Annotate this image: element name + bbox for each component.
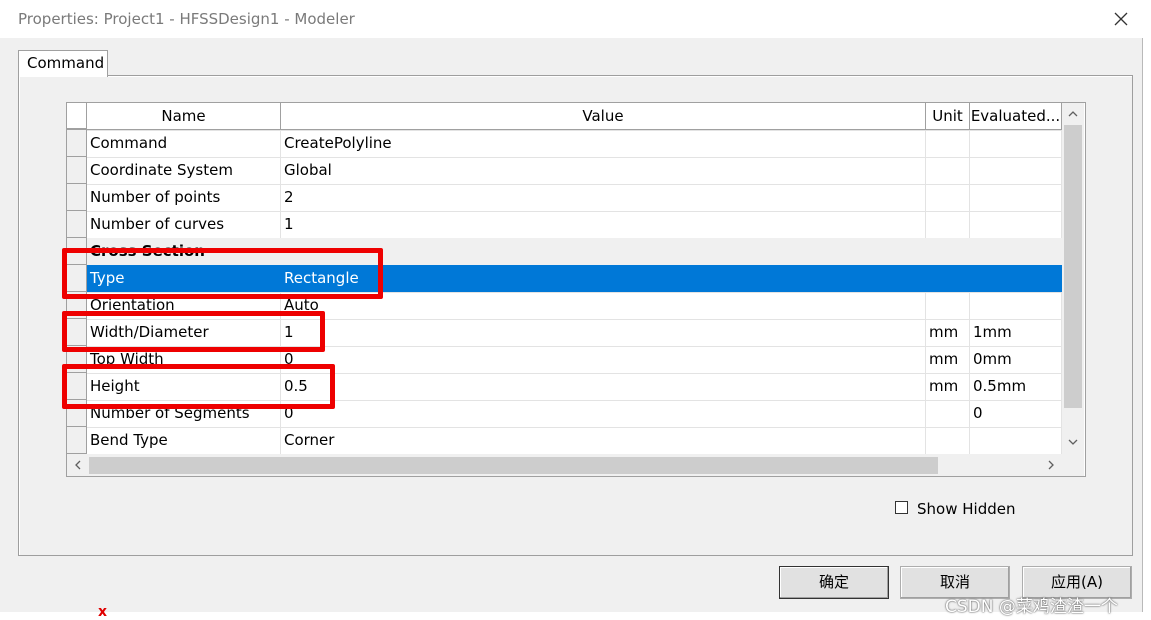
header-gutter — [67, 103, 87, 130]
scrollbar-corner — [1062, 454, 1084, 476]
property-evaluated: 0mm — [970, 346, 1062, 373]
property-unit: mm — [926, 373, 970, 400]
column-header-unit[interactable]: Unit — [926, 103, 970, 130]
property-evaluated — [970, 265, 1062, 292]
property-value[interactable]: CreatePolyline — [281, 130, 926, 157]
property-unit — [926, 211, 970, 238]
annotation-box-height — [62, 364, 335, 409]
property-evaluated — [970, 184, 1062, 211]
row-header[interactable] — [67, 211, 87, 238]
vertical-scrollbar[interactable] — [1062, 103, 1084, 454]
horizontal-scroll-thumb[interactable] — [89, 457, 938, 474]
property-evaluated: 1mm — [970, 319, 1062, 346]
property-value[interactable]: 1 — [281, 211, 926, 238]
property-unit — [926, 184, 970, 211]
table-row[interactable]: Coordinate System Global — [67, 157, 1062, 185]
title-bar: Properties: Project1 - HFSSDesign1 - Mod… — [0, 0, 1151, 38]
property-name: Bend Type — [87, 427, 281, 454]
annotation-box-width — [62, 311, 325, 352]
property-name: Coordinate System — [87, 157, 281, 184]
property-evaluated: 0.5mm — [970, 373, 1062, 400]
show-hidden-checkbox[interactable] — [895, 501, 908, 514]
property-unit — [926, 157, 970, 184]
table-row[interactable]: Bend Type Corner — [67, 427, 1062, 455]
horizontal-scrollbar[interactable] — [67, 454, 1062, 476]
table-row[interactable]: Command CreatePolyline — [67, 130, 1062, 158]
column-header-name[interactable]: Name — [87, 103, 281, 130]
row-header[interactable] — [67, 130, 87, 157]
property-evaluated — [970, 211, 1062, 238]
row-header[interactable] — [67, 184, 87, 211]
ok-button[interactable]: 确定 — [779, 566, 889, 599]
chevron-down-icon[interactable] — [1065, 434, 1081, 450]
property-unit — [926, 265, 970, 292]
property-name: Number of curves — [87, 211, 281, 238]
property-unit — [926, 427, 970, 454]
chevron-right-icon[interactable] — [1043, 457, 1059, 473]
property-unit — [926, 130, 970, 157]
table-row[interactable]: Number of curves 1 — [67, 211, 1062, 239]
property-evaluated — [970, 427, 1062, 454]
property-value[interactable]: 0 — [281, 400, 926, 427]
background-marker: x — [98, 604, 108, 620]
property-value[interactable]: Corner — [281, 427, 926, 454]
row-header[interactable] — [67, 157, 87, 184]
watermark: CSDN @菜鸡渣渣一个 — [945, 597, 1118, 617]
grid-header: Name Value Unit Evaluated... — [67, 103, 1062, 131]
show-hidden-label[interactable]: Show Hidden — [917, 500, 1015, 518]
vertical-scroll-thumb[interactable] — [1064, 125, 1082, 408]
property-evaluated — [970, 157, 1062, 184]
row-header[interactable] — [67, 427, 87, 454]
property-evaluated: 0 — [970, 400, 1062, 427]
property-unit: mm — [926, 346, 970, 373]
property-value[interactable]: Global — [281, 157, 926, 184]
chevron-up-icon[interactable] — [1065, 106, 1081, 122]
property-evaluated — [970, 130, 1062, 157]
window-title: Properties: Project1 - HFSSDesign1 - Mod… — [18, 10, 355, 28]
property-value[interactable]: 0.5 — [281, 373, 926, 400]
property-evaluated — [970, 292, 1062, 319]
chevron-left-icon[interactable] — [70, 457, 86, 473]
column-header-evaluated[interactable]: Evaluated... — [970, 103, 1062, 130]
property-value[interactable]: 0 — [281, 346, 926, 373]
property-value[interactable]: 1 — [281, 319, 926, 346]
tab-command-label: Command — [27, 54, 105, 72]
property-value[interactable]: 2 — [281, 184, 926, 211]
property-unit — [926, 400, 970, 427]
tab-command[interactable]: Command — [18, 50, 108, 77]
table-row[interactable]: Number of points 2 — [67, 184, 1062, 212]
column-header-value[interactable]: Value — [281, 103, 926, 130]
close-icon[interactable] — [1106, 4, 1136, 34]
annotation-box-type — [62, 248, 383, 299]
property-unit: mm — [926, 319, 970, 346]
property-name: Number of points — [87, 184, 281, 211]
property-name: Command — [87, 130, 281, 157]
property-unit — [926, 292, 970, 319]
